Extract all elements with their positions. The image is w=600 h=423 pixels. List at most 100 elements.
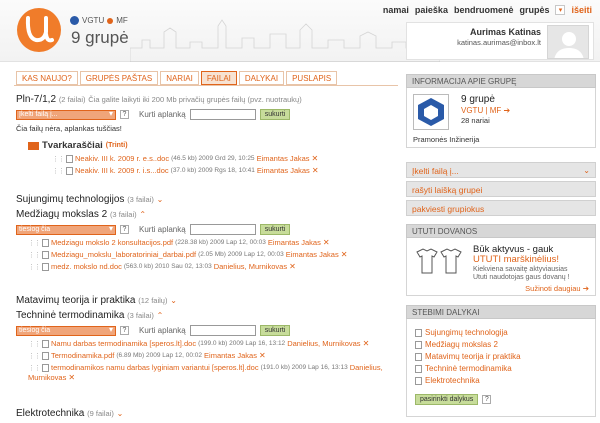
members-count[interactable]: 28 nariai (461, 116, 490, 125)
file-author[interactable]: Murnikovas (28, 373, 66, 382)
watched-subject-label[interactable]: Matavimų teorija ir praktika (425, 352, 521, 361)
section-title[interactable]: Elektrotechnika (9 failai) ⌄ (16, 408, 396, 419)
watched-subject-label[interactable]: Techninė termodinamika (425, 364, 512, 373)
drag-handle-icon[interactable]: ⋮⋮ (52, 155, 65, 163)
drag-handle-icon[interactable]: ⋮⋮ (28, 340, 41, 348)
section-title[interactable]: Sujungimų technologijos (3 failai) ⌄ (16, 194, 396, 205)
upload-file-link[interactable]: Įkelti failą į... ⌄ (406, 162, 596, 178)
file-name[interactable]: Medziagu mokslo 2 konsultacijos.pdf (51, 238, 173, 247)
user-name[interactable]: Aurimas Katinas (470, 27, 541, 37)
expand-chevron-icon[interactable]: ⌄ (117, 409, 124, 418)
nav-bendruomene[interactable]: bendruomenė (454, 5, 514, 15)
help-icon[interactable]: ? (120, 225, 129, 234)
delete-file-icon[interactable]: ✕ (289, 262, 296, 271)
nav-paieska[interactable]: paieška (415, 5, 448, 15)
upload-target-select[interactable]: Įkelti failą į... (16, 109, 116, 120)
drag-handle-icon[interactable]: ⋮⋮ (28, 352, 41, 360)
help-icon[interactable]: ? (482, 395, 492, 404)
file-list: ⋮⋮ Medziagu mokslo 2 konsultacijos.pdf (… (28, 238, 396, 271)
delete-file-icon[interactable]: ✕ (363, 339, 370, 348)
tab-puslapis[interactable]: PUSLAPIS (286, 71, 338, 85)
delete-file-icon[interactable]: ✕ (323, 238, 330, 247)
tshirts-icon (416, 248, 462, 274)
watched-subject-label[interactable]: Medžiagų mokslas 2 (425, 340, 498, 349)
group-org-link[interactable]: VGTU | MF ➔ (461, 106, 510, 115)
group-logo[interactable] (413, 94, 449, 130)
create-folder-button[interactable]: sukurti (259, 224, 291, 235)
drag-handle-icon[interactable]: ⋮⋮ (28, 251, 41, 259)
file-author[interactable]: Danielius, (350, 363, 383, 372)
ututi-logo[interactable] (14, 4, 64, 54)
drag-handle-icon[interactable]: ⋮⋮ (28, 364, 41, 372)
delete-file-icon[interactable]: ✕ (312, 154, 319, 163)
group-org[interactable]: VGTU | MF (461, 106, 501, 115)
watched-subject[interactable]: Elektrotechnika (415, 376, 587, 385)
logout-link[interactable]: išeiti (571, 5, 592, 15)
invite-classmates-link[interactable]: pakviesti grupiokus (406, 200, 596, 216)
drag-handle-icon[interactable]: ⋮⋮ (28, 263, 41, 271)
avatar[interactable] (547, 25, 589, 59)
document-icon (415, 340, 422, 349)
org-breadcrumb[interactable]: VGTU MF (70, 16, 128, 25)
section-title[interactable]: Medžiagų mokslas 2 (3 failai) ⌃ (16, 209, 396, 220)
tab-kas-naujo[interactable]: KAS NAUJO? (16, 71, 78, 85)
create-folder-button[interactable]: sukurti (259, 325, 291, 336)
file-author[interactable]: Danielius, Murnikovas (287, 339, 360, 348)
learn-more-label[interactable]: Sužinoti daugiau (525, 284, 580, 293)
watched-subject[interactable]: Sujungimų technologija (415, 328, 587, 337)
folder-name-input[interactable] (189, 325, 256, 336)
watched-subject[interactable]: Matavimų teorija ir praktika (415, 352, 587, 361)
help-icon[interactable]: ? (120, 110, 129, 119)
collapse-chevron-icon[interactable]: ⌃ (139, 210, 146, 219)
file-name[interactable]: Neakiv. III k. 2009 r. e.s..doc (75, 154, 169, 163)
tab-dalykai[interactable]: DALYKAI (238, 71, 285, 85)
file-name[interactable]: Neakiv. III k. 2009 r. i.s...doc (75, 166, 169, 175)
delete-file-icon[interactable]: ✕ (259, 351, 266, 360)
file-name[interactable]: Medziagu_mokslu_laboratoriniai_darbai.pd… (51, 250, 196, 259)
file-author[interactable]: Eimantas Jakas (204, 351, 257, 360)
file-name[interactable]: Namu darbas termodinamika [speros.lt].do… (51, 339, 196, 348)
drag-handle-icon[interactable]: ⋮⋮ (28, 239, 41, 247)
nav-namai[interactable]: namai (383, 5, 409, 15)
file-author[interactable]: Eimantas Jakas (286, 250, 339, 259)
write-email-link[interactable]: rašyti laišką grupei (406, 181, 596, 197)
section-title[interactable]: Matavimų teorija ir praktika (12 failų) … (16, 295, 396, 306)
file-meta: (46.5 kb) 2009 Grd 29, 10:25 (171, 155, 255, 162)
file-name[interactable]: medz. mokslo nd.doc (51, 262, 122, 271)
section-title[interactable]: Techninė termodinamika (3 failai) ⌃ (16, 310, 396, 321)
tab-nariai[interactable]: NARIAI (160, 71, 199, 85)
expand-chevron-icon[interactable]: ⌄ (157, 195, 164, 204)
nav-grupes[interactable]: grupės (519, 5, 549, 15)
file-name[interactable]: termodinamikos namu darbas lyginiam vari… (51, 363, 259, 372)
learn-more-link[interactable]: Sužinoti daugiau ➔ (525, 284, 589, 293)
file-name[interactable]: Termodinamika.pdf (51, 351, 114, 360)
watched-subject-label[interactable]: Elektrotechnika (425, 376, 480, 385)
document-icon (42, 262, 49, 271)
file-author[interactable]: Eimantas Jakas (268, 238, 321, 247)
groups-dropdown-icon[interactable]: ▾ (555, 5, 566, 15)
delete-file-icon[interactable]: ✕ (312, 166, 319, 175)
upload-target-select[interactable]: tiesiog čia (16, 224, 116, 235)
upload-target-select[interactable]: tiesiog čia (16, 325, 116, 336)
file-author[interactable]: Eimantas Jakas (257, 166, 310, 175)
expand-chevron-icon[interactable]: ⌄ (170, 296, 177, 305)
choose-subjects-button[interactable]: pasirinkti dalykus (415, 394, 479, 405)
folder-name-input[interactable] (189, 109, 256, 120)
drag-handle-icon[interactable]: ⋮⋮ (52, 167, 65, 175)
watched-subject[interactable]: Medžiagų mokslas 2 (415, 340, 587, 349)
tab-grupes-pastas[interactable]: GRUPĖS PAŠTAS (79, 71, 159, 85)
folder-name-input[interactable] (189, 224, 256, 235)
delete-file-icon[interactable]: ✕ (68, 373, 75, 382)
delete-file-icon[interactable]: ✕ (341, 250, 348, 259)
tab-failai[interactable]: FAILAI (200, 71, 237, 85)
file-author[interactable]: Eimantas Jakas (257, 154, 310, 163)
watched-subject[interactable]: Techninė termodinamika (415, 364, 587, 373)
file-row: ⋮⋮ termodinamikos namu darbas lyginiam v… (28, 363, 396, 372)
watched-subject-label[interactable]: Sujungimų technologija (425, 328, 508, 337)
file-author[interactable]: Danielius, Murnikovas (214, 262, 287, 271)
folder-name[interactable]: Tvarkaraščiai (42, 140, 103, 151)
delete-folder-link[interactable]: (Trinti) (106, 142, 128, 149)
collapse-chevron-icon[interactable]: ⌃ (157, 311, 164, 320)
help-icon[interactable]: ? (120, 326, 129, 335)
create-folder-button[interactable]: sukurti (259, 109, 291, 120)
